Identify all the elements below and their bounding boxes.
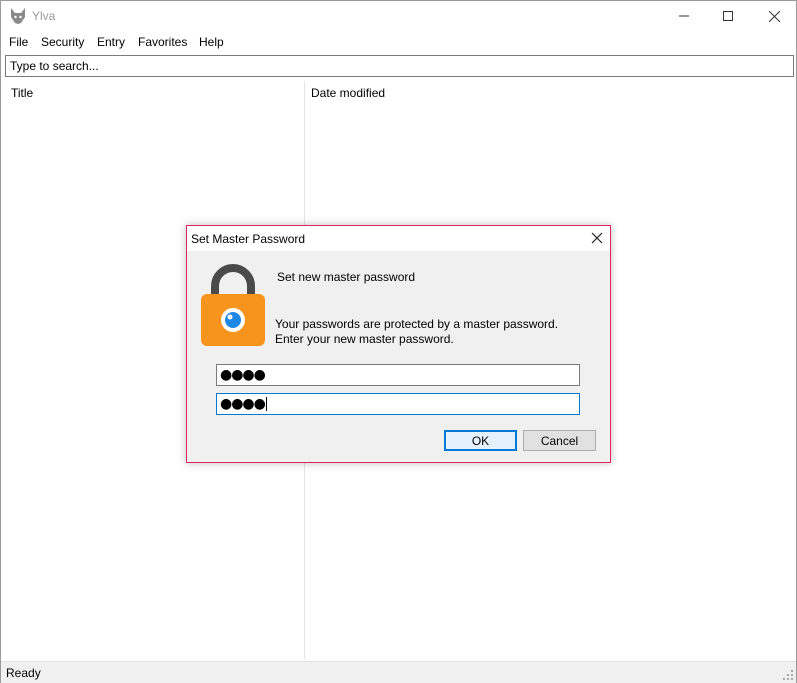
menu-favorites[interactable]: Favorites (138, 35, 187, 49)
ok-button[interactable]: OK (444, 430, 517, 451)
dialog-message: Your passwords are protected by a master… (275, 317, 558, 347)
close-icon (768, 10, 780, 22)
search-input[interactable] (5, 55, 794, 77)
status-bar: Ready (1, 661, 796, 683)
text-caret (265, 397, 267, 411)
menu-bar: File Security Entry Favorites Help (1, 32, 796, 52)
minimize-icon (679, 15, 689, 17)
set-master-password-dialog: Set Master Password Set new master passw… (186, 225, 611, 463)
window-title: Ylva (32, 9, 56, 23)
column-header-title[interactable]: Title (11, 86, 33, 100)
resize-grip-icon[interactable] (783, 670, 793, 680)
dialog-title: Set Master Password (191, 232, 306, 246)
close-window-button[interactable] (751, 1, 797, 31)
dialog-message-line-2: Enter your new master password. (275, 332, 454, 346)
menu-help[interactable]: Help (199, 35, 224, 49)
confirm-password-mask: ●●●● (220, 396, 266, 412)
password-mask: ●●●● (220, 367, 266, 383)
column-header-date-modified[interactable]: Date modified (311, 86, 385, 100)
padlock-eye-icon (201, 264, 265, 346)
dialog-close-icon[interactable] (590, 231, 604, 245)
dialog-message-line-1: Your passwords are protected by a master… (275, 317, 559, 331)
minimize-button[interactable] (661, 1, 707, 31)
dialog-title-bar[interactable]: Set Master Password (187, 226, 610, 251)
maximize-button[interactable] (705, 1, 751, 31)
menu-file[interactable]: File (9, 35, 28, 49)
maximize-icon (723, 11, 733, 21)
wolf-head-icon (11, 8, 25, 24)
dialog-heading: Set new master password (277, 270, 416, 284)
title-bar[interactable]: Ylva (1, 1, 796, 31)
menu-security[interactable]: Security (41, 35, 84, 49)
password-field[interactable]: ●●●● (216, 364, 580, 386)
confirm-password-field[interactable]: ●●●● (216, 393, 580, 415)
cancel-button[interactable]: Cancel (523, 430, 596, 451)
menu-entry[interactable]: Entry (97, 35, 125, 49)
status-text: Ready (6, 666, 41, 680)
